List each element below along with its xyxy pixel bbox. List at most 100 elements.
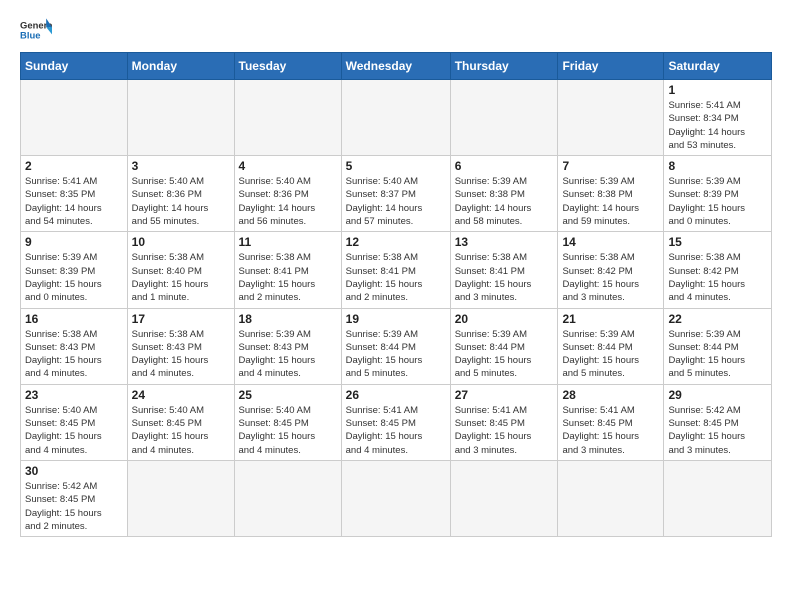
- day-number: 10: [132, 235, 230, 249]
- calendar-day-cell: 10 Sunrise: 5:38 AM Sunset: 8:40 PM Dayli…: [127, 232, 234, 308]
- calendar-day-cell: [450, 460, 558, 536]
- calendar-day-cell: 7Sunrise: 5:39 AM Sunset: 8:38 PM Daylig…: [558, 156, 664, 232]
- day-info: Sunrise: 5:38 AM Sunset: 8:41 PM Dayligh…: [346, 251, 446, 304]
- day-number: 15: [668, 235, 767, 249]
- day-info: Sunrise: 5:40 AM Sunset: 8:45 PM Dayligh…: [25, 404, 123, 457]
- calendar-day-cell: [21, 80, 128, 156]
- calendar-week-row: 9Sunrise: 5:39 AM Sunset: 8:39 PM Daylig…: [21, 232, 772, 308]
- calendar-day-cell: 23 Sunrise: 5:40 AM Sunset: 8:45 PM Dayli…: [21, 384, 128, 460]
- day-info: Sunrise: 5:39 AM Sunset: 8:44 PM Dayligh…: [346, 328, 446, 381]
- day-info: Sunrise: 5:40 AM Sunset: 8:37 PM Dayligh…: [346, 175, 446, 228]
- calendar-day-cell: 9Sunrise: 5:39 AM Sunset: 8:39 PM Daylig…: [21, 232, 128, 308]
- day-number: 9: [25, 235, 123, 249]
- calendar-day-cell: 18 Sunrise: 5:39 AM Sunset: 8:43 PM Dayli…: [234, 308, 341, 384]
- calendar-week-row: 1 Sunrise: 5:41 AM Sunset: 8:34 PM Daylig…: [21, 80, 772, 156]
- calendar-day-cell: 11Sunrise: 5:38 AM Sunset: 8:41 PM Dayli…: [234, 232, 341, 308]
- day-info: Sunrise: 5:40 AM Sunset: 8:36 PM Dayligh…: [239, 175, 337, 228]
- day-info: Sunrise: 5:40 AM Sunset: 8:45 PM Dayligh…: [239, 404, 337, 457]
- page-header: General Blue: [20, 16, 772, 44]
- calendar-day-cell: 30 Sunrise: 5:42 AM Sunset: 8:45 PM Dayli…: [21, 460, 128, 536]
- calendar-weekday-header: Monday: [127, 53, 234, 80]
- day-info: Sunrise: 5:39 AM Sunset: 8:43 PM Dayligh…: [239, 328, 337, 381]
- day-number: 2: [25, 159, 123, 173]
- day-info: Sunrise: 5:38 AM Sunset: 8:42 PM Dayligh…: [668, 251, 767, 304]
- day-number: 11: [239, 235, 337, 249]
- day-number: 30: [25, 464, 123, 478]
- day-number: 27: [455, 388, 554, 402]
- day-number: 6: [455, 159, 554, 173]
- day-info: Sunrise: 5:39 AM Sunset: 8:39 PM Dayligh…: [668, 175, 767, 228]
- calendar-day-cell: 29 Sunrise: 5:42 AM Sunset: 8:45 PM Dayli…: [664, 384, 772, 460]
- calendar-day-cell: 2 Sunrise: 5:41 AM Sunset: 8:35 PM Daylig…: [21, 156, 128, 232]
- logo: General Blue: [20, 16, 52, 44]
- day-info: Sunrise: 5:39 AM Sunset: 8:44 PM Dayligh…: [668, 328, 767, 381]
- day-number: 25: [239, 388, 337, 402]
- calendar-day-cell: 27 Sunrise: 5:41 AM Sunset: 8:45 PM Dayli…: [450, 384, 558, 460]
- day-info: Sunrise: 5:39 AM Sunset: 8:38 PM Dayligh…: [455, 175, 554, 228]
- day-number: 29: [668, 388, 767, 402]
- day-number: 16: [25, 312, 123, 326]
- calendar-day-cell: [127, 80, 234, 156]
- calendar-day-cell: [450, 80, 558, 156]
- calendar-day-cell: 26 Sunrise: 5:41 AM Sunset: 8:45 PM Dayli…: [341, 384, 450, 460]
- calendar-day-cell: [558, 460, 664, 536]
- day-info: Sunrise: 5:39 AM Sunset: 8:44 PM Dayligh…: [562, 328, 659, 381]
- day-number: 1: [668, 83, 767, 97]
- calendar-day-cell: 21 Sunrise: 5:39 AM Sunset: 8:44 PM Dayli…: [558, 308, 664, 384]
- calendar-day-cell: 19Sunrise: 5:39 AM Sunset: 8:44 PM Dayli…: [341, 308, 450, 384]
- calendar-weekday-header: Tuesday: [234, 53, 341, 80]
- calendar-day-cell: 22 Sunrise: 5:39 AM Sunset: 8:44 PM Dayli…: [664, 308, 772, 384]
- logo-icon: General Blue: [20, 16, 52, 44]
- day-number: 24: [132, 388, 230, 402]
- day-info: Sunrise: 5:40 AM Sunset: 8:45 PM Dayligh…: [132, 404, 230, 457]
- day-number: 3: [132, 159, 230, 173]
- calendar-header-row: SundayMondayTuesdayWednesdayThursdayFrid…: [21, 53, 772, 80]
- day-info: Sunrise: 5:38 AM Sunset: 8:43 PM Dayligh…: [25, 328, 123, 381]
- day-info: Sunrise: 5:38 AM Sunset: 8:40 PM Dayligh…: [132, 251, 230, 304]
- calendar-day-cell: 1 Sunrise: 5:41 AM Sunset: 8:34 PM Daylig…: [664, 80, 772, 156]
- day-info: Sunrise: 5:41 AM Sunset: 8:35 PM Dayligh…: [25, 175, 123, 228]
- calendar-week-row: 23 Sunrise: 5:40 AM Sunset: 8:45 PM Dayli…: [21, 384, 772, 460]
- day-number: 14: [562, 235, 659, 249]
- calendar-day-cell: [341, 460, 450, 536]
- day-number: 18: [239, 312, 337, 326]
- day-info: Sunrise: 5:42 AM Sunset: 8:45 PM Dayligh…: [25, 480, 123, 533]
- calendar-day-cell: 14Sunrise: 5:38 AM Sunset: 8:42 PM Dayli…: [558, 232, 664, 308]
- day-number: 26: [346, 388, 446, 402]
- day-number: 17: [132, 312, 230, 326]
- calendar-day-cell: 17Sunrise: 5:38 AM Sunset: 8:43 PM Dayli…: [127, 308, 234, 384]
- calendar-day-cell: 28Sunrise: 5:41 AM Sunset: 8:45 PM Dayli…: [558, 384, 664, 460]
- calendar-day-cell: [558, 80, 664, 156]
- day-number: 8: [668, 159, 767, 173]
- calendar-day-cell: [664, 460, 772, 536]
- day-info: Sunrise: 5:42 AM Sunset: 8:45 PM Dayligh…: [668, 404, 767, 457]
- calendar-day-cell: 13Sunrise: 5:38 AM Sunset: 8:41 PM Dayli…: [450, 232, 558, 308]
- calendar-table: SundayMondayTuesdayWednesdayThursdayFrid…: [20, 52, 772, 537]
- calendar-day-cell: 4Sunrise: 5:40 AM Sunset: 8:36 PM Daylig…: [234, 156, 341, 232]
- calendar-day-cell: 25 Sunrise: 5:40 AM Sunset: 8:45 PM Dayli…: [234, 384, 341, 460]
- calendar-day-cell: 20 Sunrise: 5:39 AM Sunset: 8:44 PM Dayli…: [450, 308, 558, 384]
- day-number: 21: [562, 312, 659, 326]
- day-number: 5: [346, 159, 446, 173]
- calendar-day-cell: 15 Sunrise: 5:38 AM Sunset: 8:42 PM Dayli…: [664, 232, 772, 308]
- day-number: 22: [668, 312, 767, 326]
- calendar-weekday-header: Friday: [558, 53, 664, 80]
- calendar-weekday-header: Thursday: [450, 53, 558, 80]
- calendar-weekday-header: Sunday: [21, 53, 128, 80]
- day-number: 13: [455, 235, 554, 249]
- calendar-day-cell: 5 Sunrise: 5:40 AM Sunset: 8:37 PM Daylig…: [341, 156, 450, 232]
- day-number: 20: [455, 312, 554, 326]
- calendar-day-cell: 3 Sunrise: 5:40 AM Sunset: 8:36 PM Daylig…: [127, 156, 234, 232]
- day-number: 23: [25, 388, 123, 402]
- day-info: Sunrise: 5:41 AM Sunset: 8:45 PM Dayligh…: [346, 404, 446, 457]
- day-info: Sunrise: 5:41 AM Sunset: 8:45 PM Dayligh…: [562, 404, 659, 457]
- day-info: Sunrise: 5:39 AM Sunset: 8:44 PM Dayligh…: [455, 328, 554, 381]
- day-info: Sunrise: 5:41 AM Sunset: 8:45 PM Dayligh…: [455, 404, 554, 457]
- calendar-week-row: 16 Sunrise: 5:38 AM Sunset: 8:43 PM Dayli…: [21, 308, 772, 384]
- calendar-day-cell: [341, 80, 450, 156]
- svg-text:Blue: Blue: [20, 31, 40, 42]
- calendar-day-cell: 12Sunrise: 5:38 AM Sunset: 8:41 PM Dayli…: [341, 232, 450, 308]
- day-info: Sunrise: 5:40 AM Sunset: 8:36 PM Dayligh…: [132, 175, 230, 228]
- calendar-day-cell: 8 Sunrise: 5:39 AM Sunset: 8:39 PM Daylig…: [664, 156, 772, 232]
- day-info: Sunrise: 5:41 AM Sunset: 8:34 PM Dayligh…: [668, 99, 767, 152]
